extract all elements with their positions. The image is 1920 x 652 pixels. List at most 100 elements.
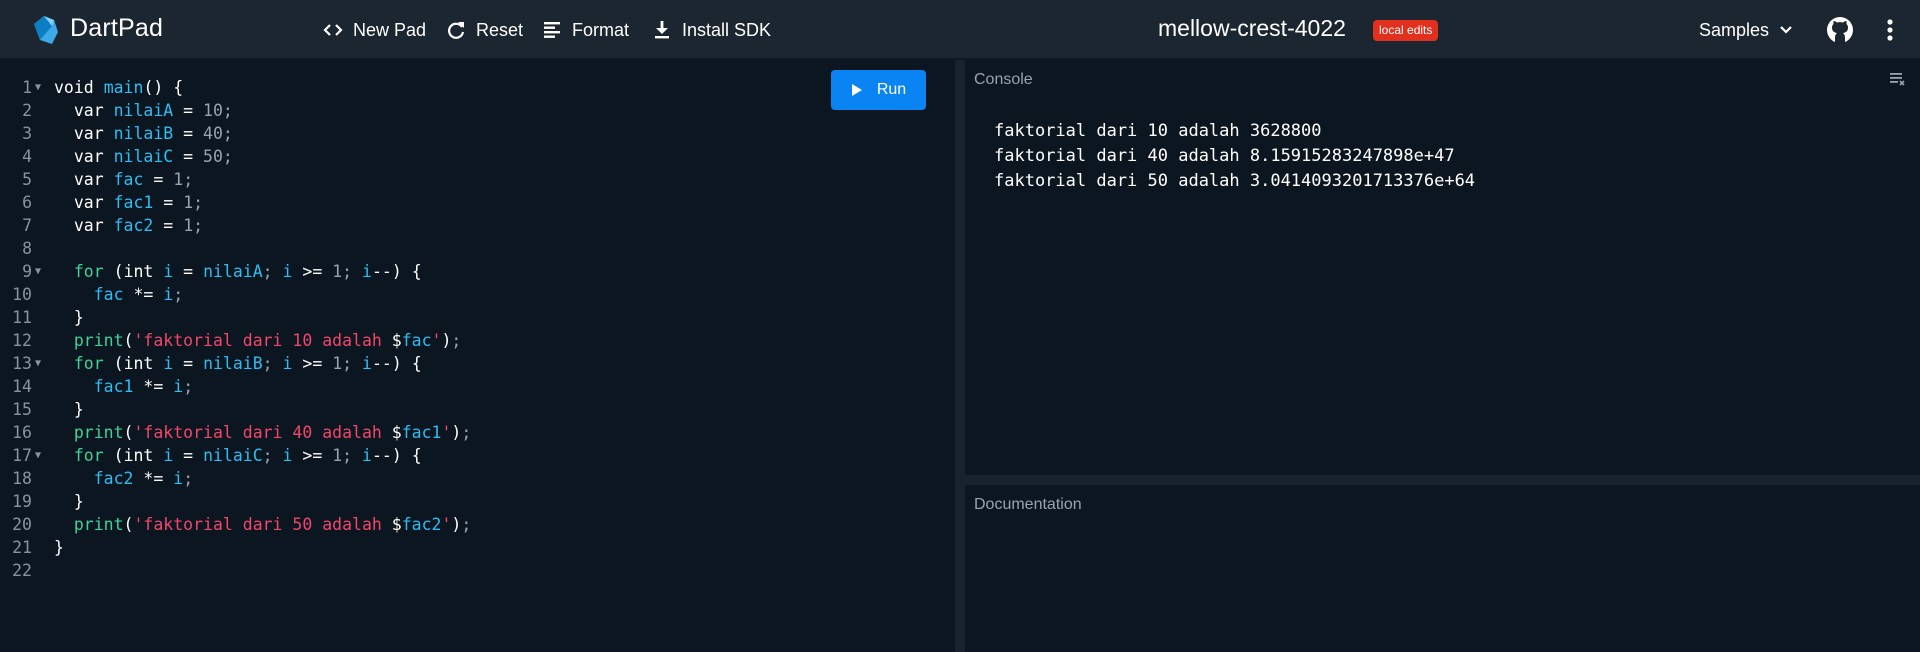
code-text: fac *= i; (93, 285, 184, 304)
refresh-icon (445, 19, 467, 41)
line-number: 18 (12, 469, 32, 488)
chevron-down-icon (1780, 26, 1792, 34)
format-label: Format (572, 19, 630, 40)
code-line[interactable]: 12 print('faktorial dari 10 adalah $fac'… (0, 329, 955, 352)
app-title[interactable]: DartPad (70, 14, 163, 43)
console-output: faktorial dari 10 adalah 3628800 faktori… (994, 119, 1475, 194)
line-number: 15 (12, 400, 32, 419)
code-text: print('faktorial dari 40 adalah $fac1'); (73, 423, 472, 442)
line-number: 19 (12, 492, 32, 511)
line-number: 2 (22, 101, 32, 120)
code-line[interactable]: 17 ▼ for (int i = nilaiC; i >= 1; i--) { (0, 444, 955, 467)
code-text: var nilaiB = 40; (73, 124, 233, 143)
code-line[interactable]: 9 ▼ for (int i = nilaiA; i >= 1; i--) { (0, 260, 955, 283)
github-icon[interactable] (1826, 16, 1854, 44)
play-icon (851, 84, 862, 96)
line-number: 17 (12, 446, 32, 465)
code-line[interactable]: 22 (0, 559, 955, 582)
console-line: faktorial dari 10 adalah 3628800 (994, 121, 1322, 141)
line-number: 3 (22, 124, 32, 143)
download-icon (651, 19, 673, 41)
code-lines[interactable]: 1 ▼ void main() {2 var nilaiA = 10; 3 var n… (0, 76, 955, 582)
samples-dropdown[interactable]: Samples (1699, 17, 1793, 43)
code-line[interactable]: 13 ▼ for (int i = nilaiB; i >= 1; i--) { (0, 352, 955, 375)
fold-arrow-icon[interactable]: ▼ (35, 76, 41, 99)
code-editor[interactable]: 1 ▼ void main() {2 var nilaiA = 10; 3 var n… (0, 60, 955, 652)
code-line[interactable]: 16 print('faktorial dari 40 adalah $fac1… (0, 421, 955, 444)
console-label: Console (974, 71, 1033, 88)
code-line[interactable]: 8 (0, 237, 955, 260)
code-text: } (54, 492, 84, 511)
documentation-label: Documentation (974, 496, 1082, 513)
code-line[interactable]: 4 var nilaiC = 50; (0, 145, 955, 168)
horizontal-splitter[interactable] (965, 475, 1920, 485)
code-line[interactable]: 21} (0, 536, 955, 559)
code-text: } (54, 538, 64, 557)
code-text: void main() { (54, 78, 184, 97)
new-pad-button[interactable]: New Pad (322, 17, 426, 43)
console-line: faktorial dari 50 adalah 3.0414093201713… (994, 171, 1476, 191)
code-text: fac1 *= i; (93, 377, 194, 396)
line-number: 20 (12, 515, 32, 534)
line-number: 21 (12, 538, 32, 557)
code-text: for (int i = nilaiA; i >= 1; i--) { (73, 262, 422, 281)
console-panel: Console faktorial dari 10 adalah 3628800… (965, 60, 1920, 475)
code-line[interactable]: 19 } (0, 490, 955, 513)
line-number: 5 (22, 170, 32, 189)
top-bar: DartPad New Pad Reset Format Install SDK… (0, 0, 1920, 59)
code-line[interactable]: 2 var nilaiA = 10; (0, 99, 955, 122)
code-text: var fac2 = 1; (73, 216, 204, 235)
line-number: 11 (12, 308, 32, 327)
code-brackets-icon (322, 19, 344, 41)
format-lines-icon (541, 19, 563, 41)
reset-label: Reset (476, 19, 524, 40)
documentation-panel: Documentation (965, 485, 1920, 652)
code-text: for (int i = nilaiC; i >= 1; i--) { (73, 446, 422, 465)
vertical-splitter[interactable] (955, 60, 965, 652)
line-number: 9 (22, 262, 32, 281)
reset-button[interactable]: Reset (445, 17, 523, 43)
line-number: 12 (12, 331, 32, 350)
console-line: faktorial dari 40 adalah 8.1591528324789… (994, 146, 1455, 166)
fold-arrow-icon[interactable]: ▼ (35, 260, 41, 283)
code-text: } (54, 308, 84, 327)
line-number: 14 (12, 377, 32, 396)
code-line[interactable]: 5 var fac = 1; (0, 168, 955, 191)
code-text: var fac = 1; (73, 170, 194, 189)
install-sdk-button[interactable]: Install SDK (651, 17, 771, 43)
line-number: 4 (22, 147, 32, 166)
code-text: for (int i = nilaiB; i >= 1; i--) { (73, 354, 422, 373)
code-text: } (54, 400, 84, 419)
format-button[interactable]: Format (541, 17, 629, 43)
fold-arrow-icon[interactable]: ▼ (35, 352, 41, 375)
pad-title[interactable]: mellow-crest-4022 (1158, 15, 1346, 42)
code-text: fac2 *= i; (93, 469, 194, 488)
line-number: 7 (22, 216, 32, 235)
code-line[interactable]: 7 var fac2 = 1; (0, 214, 955, 237)
line-number: 22 (12, 561, 32, 580)
code-text: var nilaiA = 10; (73, 101, 233, 120)
local-edits-badge: local edits (1373, 20, 1439, 41)
clear-console-icon[interactable] (1888, 71, 1906, 87)
run-label: Run (876, 81, 907, 98)
code-line[interactable]: 3 var nilaiB = 40; (0, 122, 955, 145)
code-line[interactable]: 20 print('faktorial dari 50 adalah $fac2… (0, 513, 955, 536)
fold-arrow-icon[interactable]: ▼ (35, 444, 41, 467)
dart-logo-icon[interactable] (30, 14, 60, 46)
run-button[interactable]: Run (831, 70, 926, 110)
code-line[interactable]: 18 fac2 *= i; (0, 467, 955, 490)
code-line[interactable]: 1 ▼ void main() { (0, 76, 955, 99)
code-text: print('faktorial dari 50 adalah $fac2'); (73, 515, 472, 534)
more-vert-icon[interactable] (1882, 18, 1898, 42)
code-line[interactable]: 11 } (0, 306, 955, 329)
code-line[interactable]: 15 } (0, 398, 955, 421)
code-line[interactable]: 10 fac *= i; (0, 283, 955, 306)
install-sdk-label: Install SDK (682, 19, 772, 40)
line-number: 1 (22, 78, 32, 97)
code-line[interactable]: 6 var fac1 = 1; (0, 191, 955, 214)
code-text: var fac1 = 1; (73, 193, 204, 212)
line-number: 13 (12, 354, 32, 373)
code-line[interactable]: 14 fac1 *= i; (0, 375, 955, 398)
code-text: var nilaiC = 50; (73, 147, 233, 166)
new-pad-label: New Pad (353, 19, 427, 40)
